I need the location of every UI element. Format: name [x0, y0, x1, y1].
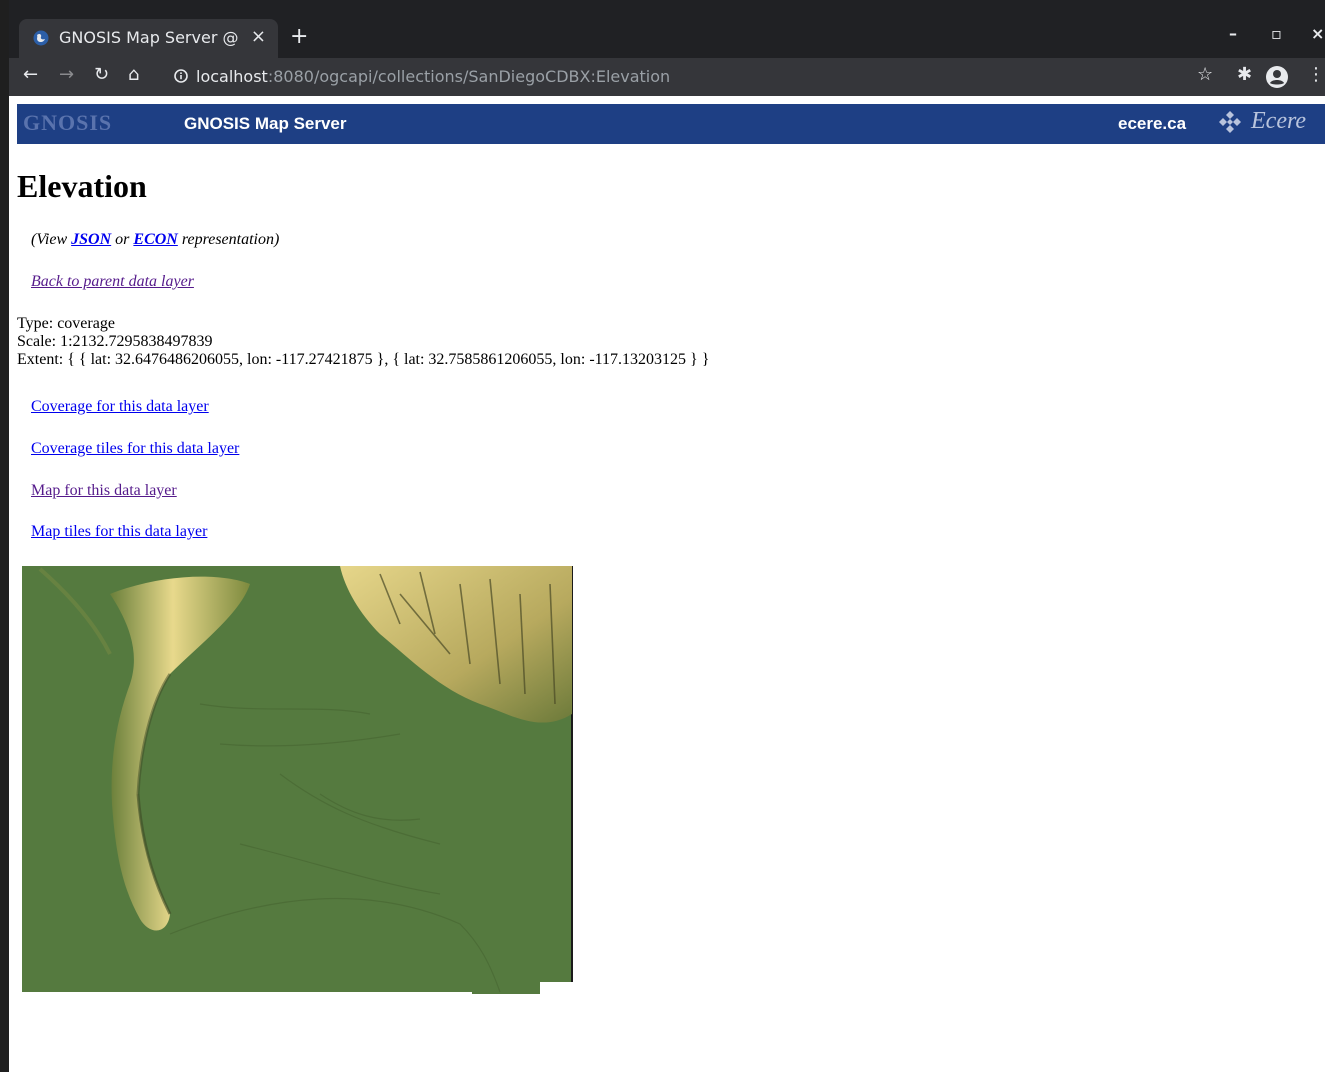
- tab-strip: GNOSIS Map Server @ × + – ▫ ×: [9, 0, 1325, 58]
- gnosis-logo-text: GNOSIS: [23, 110, 113, 135]
- kebab-menu-icon[interactable]: ⋮: [1307, 64, 1325, 85]
- coverage-link[interactable]: Coverage for this data layer: [31, 398, 209, 416]
- info-icon[interactable]: [174, 69, 188, 83]
- gnosis-logo[interactable]: GNOSIS: [23, 110, 112, 136]
- close-window-icon[interactable]: ×: [1311, 24, 1324, 43]
- new-tab-plus-icon[interactable]: +: [290, 24, 308, 49]
- repr-middle: or: [115, 231, 130, 248]
- star-icon[interactable]: ☆: [1197, 64, 1213, 85]
- forward-arrow-icon[interactable]: →: [59, 64, 74, 85]
- close-tab-icon[interactable]: ×: [251, 26, 266, 47]
- header-title: GNOSIS Map Server: [184, 114, 347, 133]
- coverage-tiles-link[interactable]: Coverage tiles for this data layer: [31, 440, 239, 458]
- maximize-icon[interactable]: ▫: [1271, 24, 1282, 43]
- minimize-icon[interactable]: –: [1229, 24, 1237, 43]
- address-bar[interactable]: localhost:8080/ogcapi/collections/SanDie…: [164, 62, 1244, 92]
- back-to-parent-link[interactable]: Back to parent data layer: [31, 273, 194, 291]
- repr-suffix: representation): [181, 231, 280, 248]
- browser-tab[interactable]: GNOSIS Map Server @ ×: [19, 19, 278, 58]
- ecere-diamond-icon: [1219, 111, 1241, 133]
- econ-link[interactable]: ECON: [133, 231, 177, 248]
- page-content: GNOSIS GNOSIS Map Server ecere.ca Ecere …: [17, 104, 1325, 1072]
- ecere-logo-text: Ecere: [1251, 108, 1307, 134]
- ecere-logo[interactable]: Ecere: [1215, 106, 1325, 142]
- representation-links: (View JSON or ECON representation): [31, 231, 279, 249]
- layer-info: Type: coverage Scale: 1:2132.72958384978…: [17, 315, 709, 369]
- puzzle-icon[interactable]: ✱: [1237, 64, 1252, 85]
- map-link[interactable]: Map for this data layer: [31, 482, 177, 500]
- extent-info: Extent: { { lat: 32.6476486206055, lon: …: [17, 351, 710, 368]
- map-tiles-link[interactable]: Map tiles for this data layer: [31, 523, 207, 541]
- browser-toolbar: ← → ↻ ⌂ localhost:8080/ogcapi/collection…: [9, 58, 1325, 96]
- reload-icon[interactable]: ↻: [94, 64, 109, 85]
- browser-chrome: GNOSIS Map Server @ × + – ▫ × ← → ↻ ⌂ lo…: [9, 0, 1325, 96]
- type-info: Type: coverage: [17, 315, 115, 332]
- window-edge: [0, 0, 9, 1072]
- page-title: Elevation: [17, 168, 147, 204]
- gnosis-header-bar: GNOSIS GNOSIS Map Server ecere.ca Ecere: [17, 104, 1325, 144]
- json-link[interactable]: JSON: [71, 231, 111, 248]
- repr-prefix: (View: [31, 231, 68, 248]
- home-icon[interactable]: ⌂: [128, 64, 139, 85]
- scale-info: Scale: 1:2132.7295838497839: [17, 333, 213, 350]
- tab-title: GNOSIS Map Server @: [59, 28, 239, 47]
- globe-favicon-icon: [33, 30, 49, 46]
- ecere-site-link[interactable]: ecere.ca: [1118, 114, 1186, 134]
- url-text[interactable]: localhost:8080/ogcapi/collections/SanDie…: [196, 67, 670, 86]
- back-arrow-icon[interactable]: ←: [23, 64, 38, 85]
- elevation-map-image: [22, 566, 573, 994]
- profile-icon[interactable]: [1265, 65, 1289, 89]
